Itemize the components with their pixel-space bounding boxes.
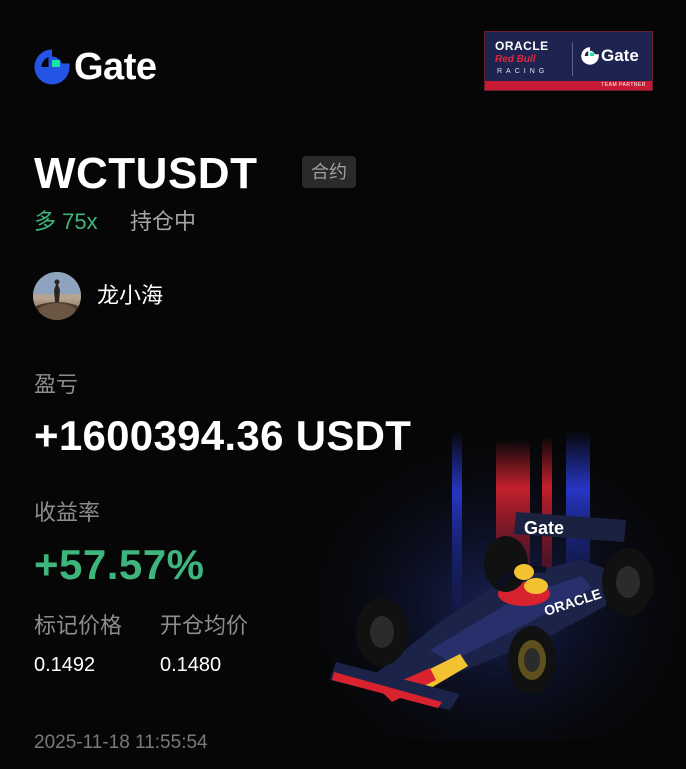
entry-price-value: 0.1480	[160, 654, 222, 676]
race-car-icon: Gate ORACLE	[310, 410, 686, 740]
partner-footer-bar: TEAM PARTNER	[485, 81, 652, 90]
contract-type-tag: 合约	[302, 156, 356, 188]
gate-logo-icon	[581, 47, 599, 65]
entry-price-label: 开仓均价	[160, 613, 249, 638]
username: 龙小海	[97, 283, 164, 308]
svg-text:Gate: Gate	[524, 518, 564, 538]
partner-racing: RACING	[497, 68, 549, 75]
mark-price-value: 0.1492	[34, 654, 96, 676]
partner-sponsor: ORACLE	[495, 39, 549, 53]
partner-gate-logo: Gate	[581, 46, 639, 66]
timestamp: 2025-11-18 11:55:54	[34, 732, 208, 753]
position-status: 持仓中	[130, 209, 197, 234]
partner-brand: Gate	[601, 46, 639, 65]
partner-team: Red Bull	[495, 54, 536, 65]
mark-price-label: 标记价格	[34, 613, 123, 638]
gate-logo-icon	[34, 49, 70, 85]
avatar-icon	[33, 272, 81, 320]
gate-logo: Gate	[34, 46, 157, 88]
partner-footer-label: TEAM PARTNER	[601, 82, 646, 88]
pnl-label: 盈亏	[34, 372, 79, 397]
position-symbol: WCTUSDT	[34, 149, 258, 198]
partner-divider	[572, 42, 573, 76]
roi-value: +57.57%	[34, 541, 205, 588]
partner-badge: ORACLE Red Bull RACING Gate TEAM PARTNER	[484, 31, 653, 91]
brand-name: Gate	[74, 46, 157, 88]
roi-label: 收益率	[34, 500, 101, 525]
position-direction: 多 75x	[34, 209, 98, 234]
